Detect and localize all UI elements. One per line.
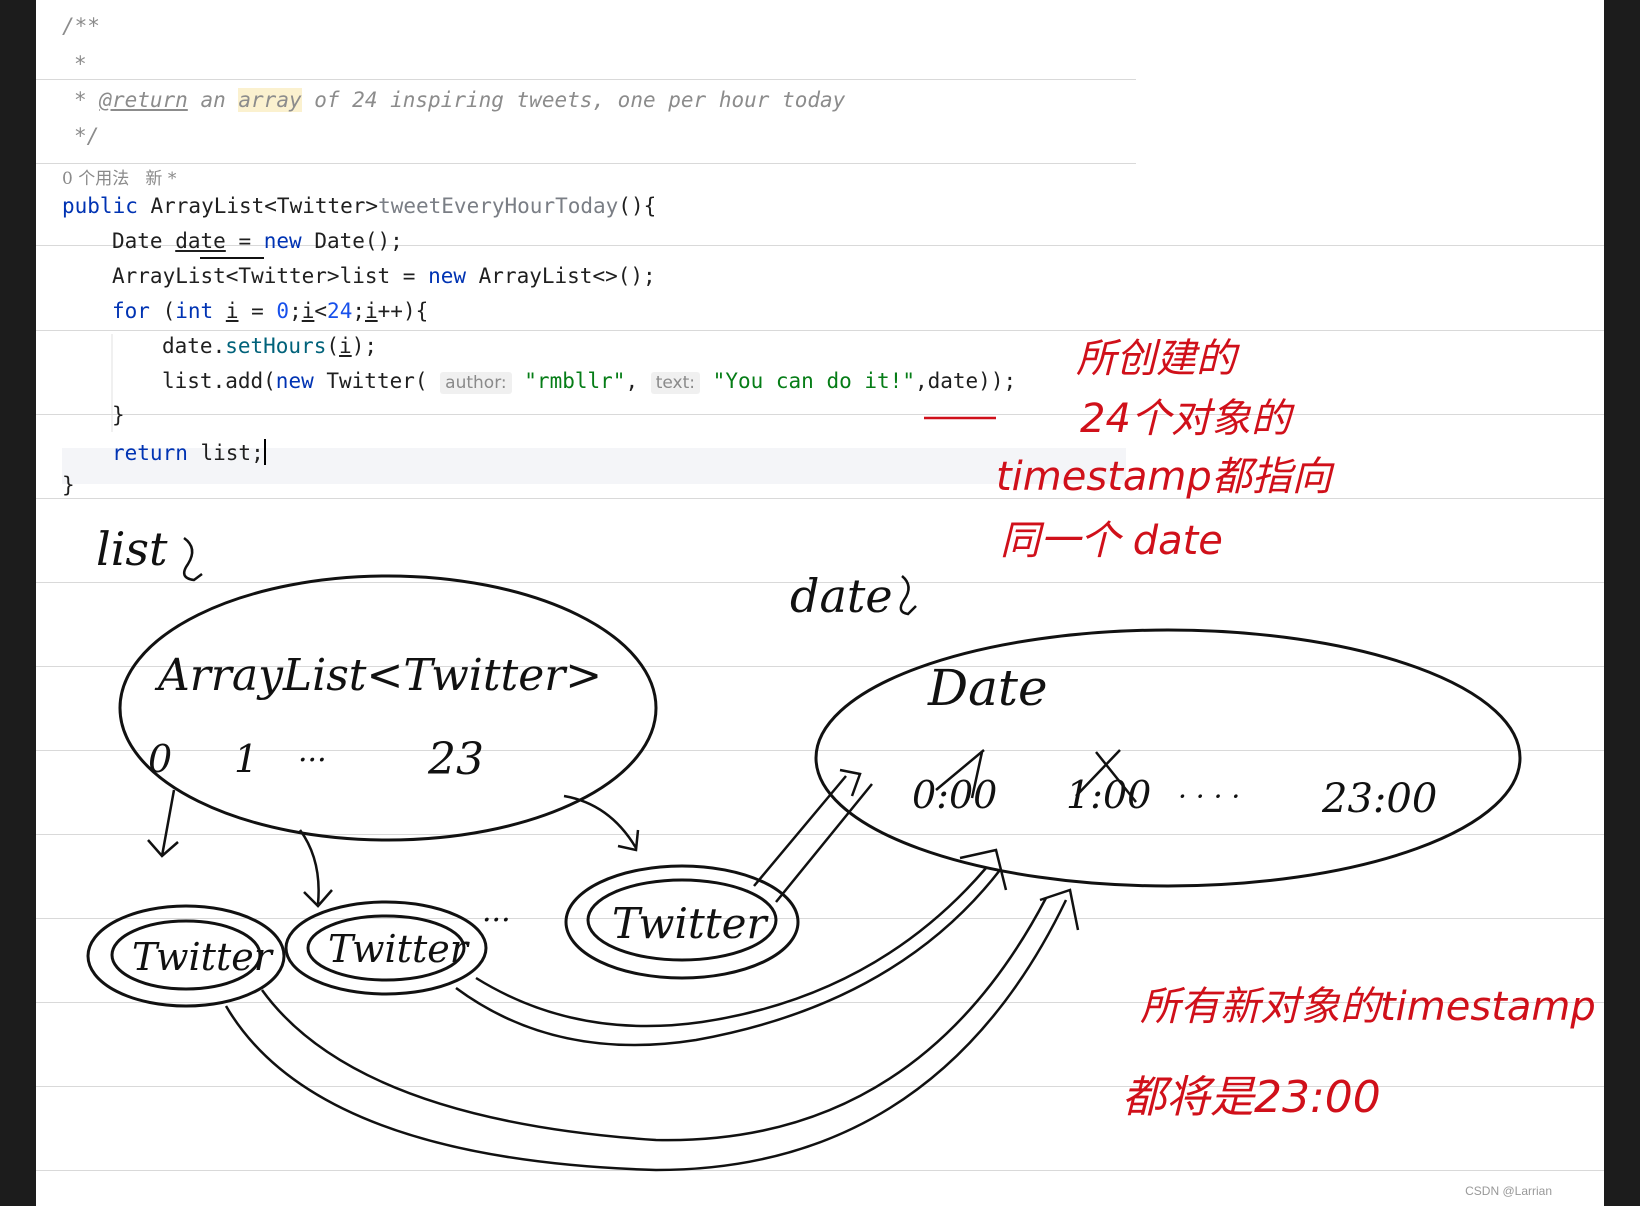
red-note-1-line-4: 同一个 date — [1000, 518, 1223, 564]
arraylist-ellipse — [118, 574, 658, 842]
red-note-2-line-2: 都将是23:00 — [1122, 1072, 1381, 1123]
red-note-2-line-1: 所有新对象的timestamp — [1140, 984, 1596, 1030]
arrow-index-0-icon — [147, 789, 179, 858]
date-ellipse — [814, 628, 1522, 888]
ref-arrow-twitter-3-icon — [753, 775, 873, 903]
time-1: 1:00 — [1066, 773, 1151, 817]
arrowhead-icon — [1039, 888, 1080, 931]
twitter-dots: ··· — [482, 903, 511, 938]
list-arrow-icon — [182, 536, 203, 582]
index-1: 1 — [234, 737, 258, 781]
red-note-1-line-1: 所创建的 — [1076, 336, 1240, 382]
time-23: 23:00 — [1321, 776, 1437, 822]
arrow-index-1-icon — [298, 829, 333, 908]
watermark: CSDN @Larrian — [1465, 1184, 1552, 1198]
time-dots: · · · · — [1178, 780, 1240, 813]
twitter-2-label: Twitter — [328, 927, 471, 971]
arraylist-label: ArrayList<Twitter> — [154, 650, 602, 701]
notebook-page: /** * * @return an array of 24 inspiring… — [36, 0, 1604, 1206]
twitter-3-label: Twitter — [612, 899, 770, 948]
date-label: date — [790, 569, 893, 623]
arrowhead-icon — [839, 768, 862, 797]
index-dots: ··· — [298, 743, 327, 778]
twitter-1-label: Twitter — [132, 935, 275, 979]
date-arrow-icon — [899, 575, 917, 616]
list-label: list — [96, 522, 168, 576]
red-note-1-line-3: timestamp都指向 — [996, 454, 1335, 500]
index-23: 23 — [427, 734, 484, 785]
date-object-label: Date — [927, 659, 1048, 717]
index-0: 0 — [148, 737, 172, 781]
time-0: 0:00 — [912, 773, 997, 817]
handwritten-annotations: list ArrayList<Twitter> 0 1 ··· 23 date … — [86, 257, 1596, 1172]
red-note-1-line-2: 24个对象的 — [1080, 396, 1295, 442]
